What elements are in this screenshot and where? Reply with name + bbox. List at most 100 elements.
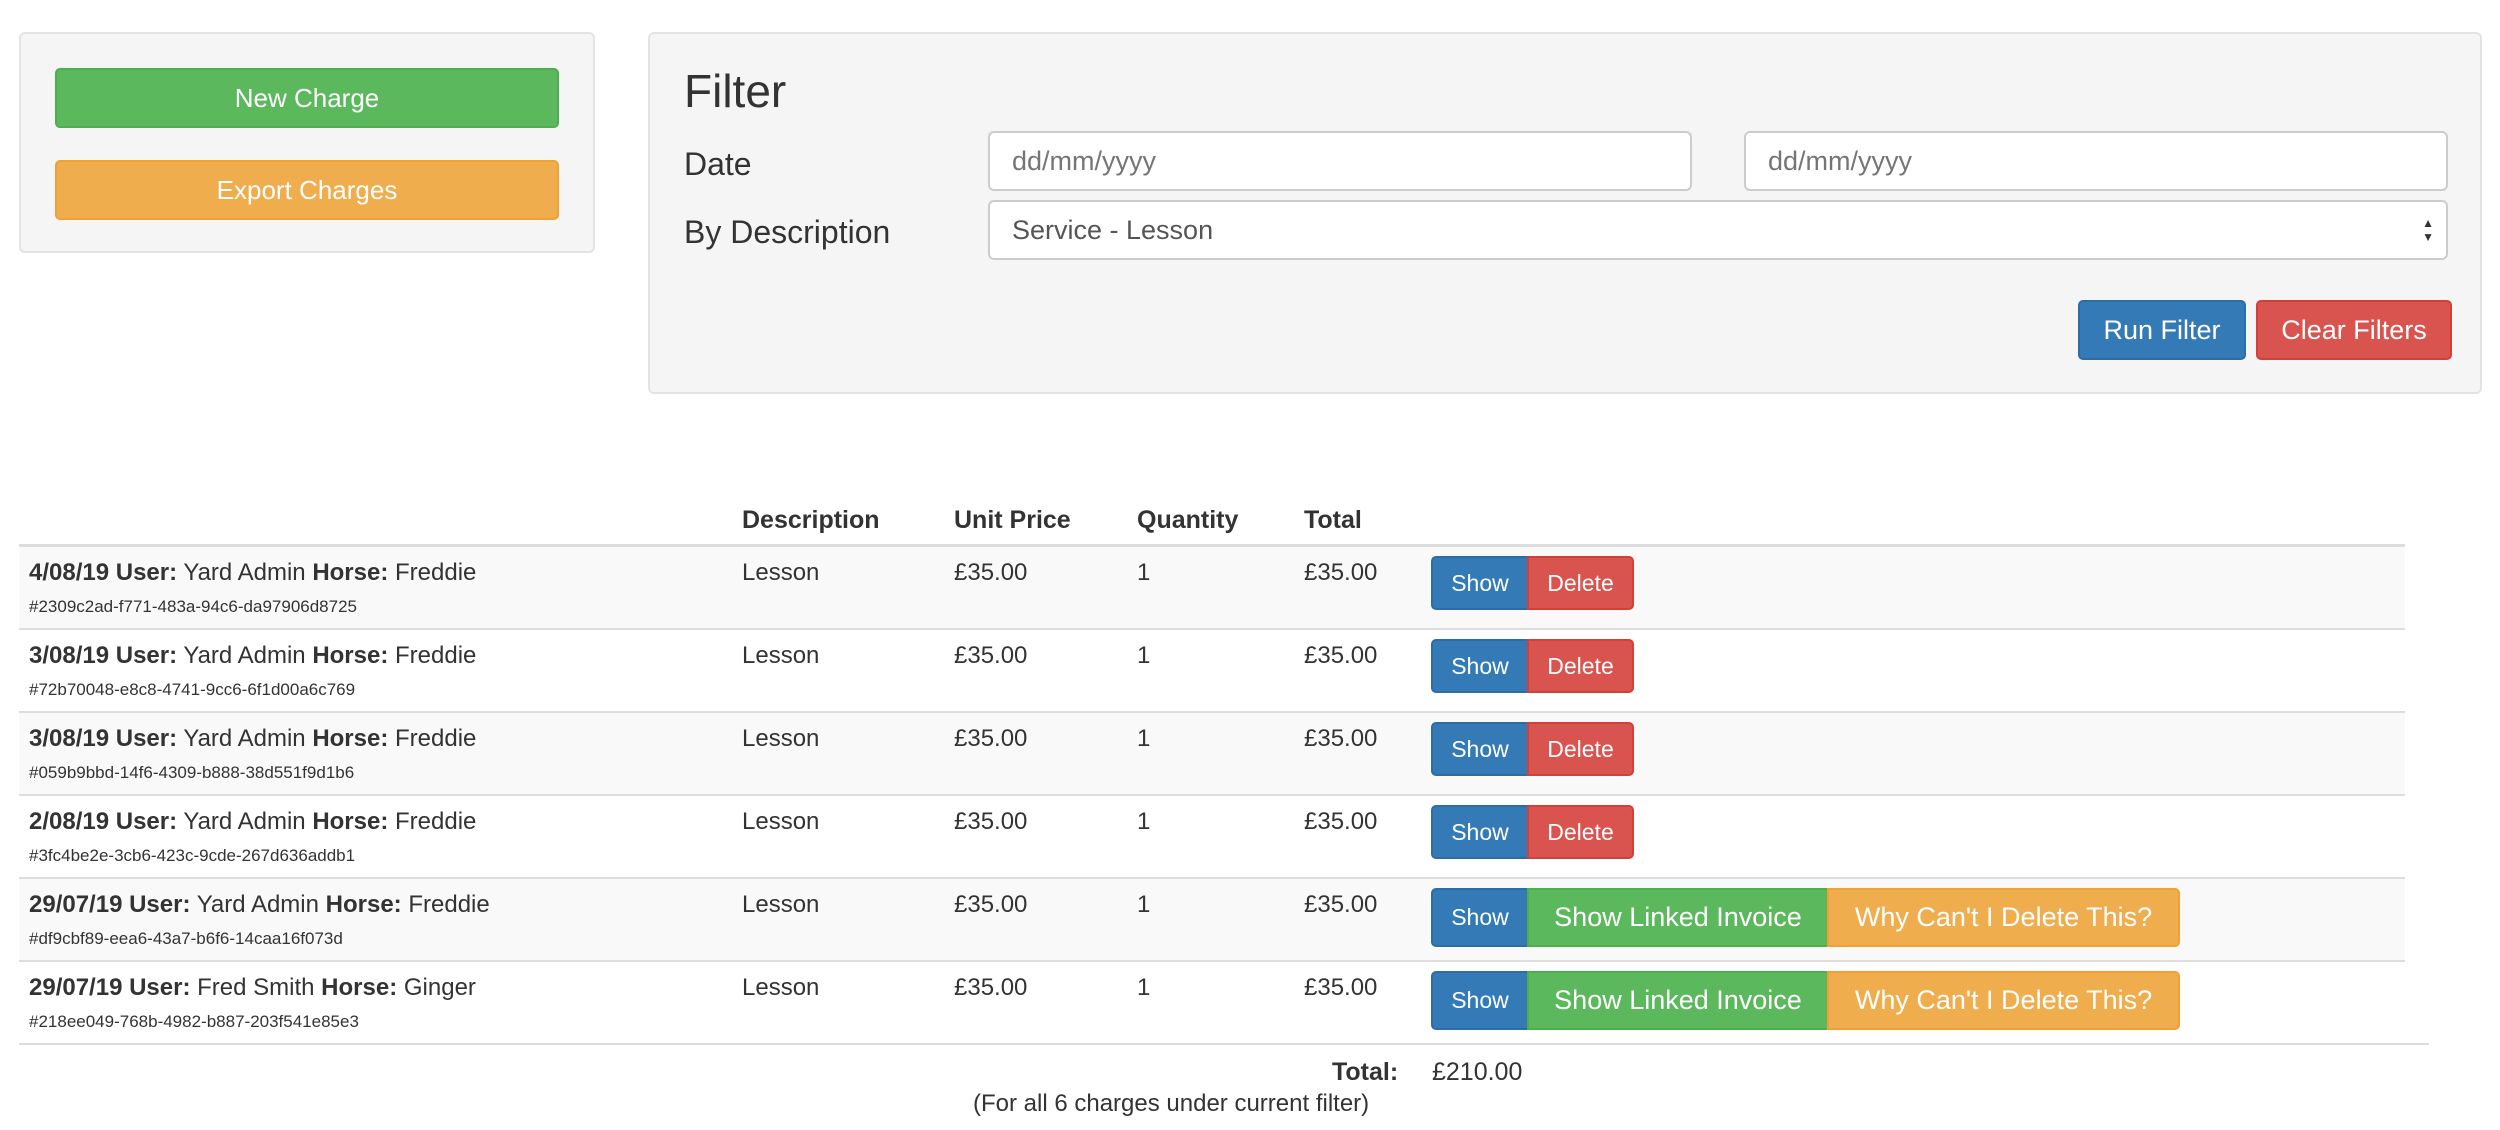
date-from-input[interactable] xyxy=(988,131,1692,191)
row-total: £35.00 xyxy=(1304,642,1378,669)
show-button[interactable]: Show xyxy=(1431,722,1529,776)
filter-panel: Filter Date By Description Service - Les… xyxy=(648,32,2482,394)
total-value: £210.00 xyxy=(1432,1058,1523,1086)
row-quantity: 1 xyxy=(1137,725,1151,752)
table-footer-divider xyxy=(19,1043,2429,1045)
row-user: Yard Admin xyxy=(183,808,306,835)
row-date: 3/08/19 xyxy=(29,725,110,752)
row-date: 29/07/19 xyxy=(29,891,123,918)
select-arrows-icon: ▲ ▼ xyxy=(2422,216,2434,244)
table-row: 29/07/19 User: Fred Smith Horse: Ginger #… xyxy=(19,962,2405,1045)
row-id: #df9cbf89-eea6-43a7-b6f6-14caa16f073d xyxy=(29,929,343,948)
row-summary: 3/08/19 User: Yard Admin Horse: Freddie xyxy=(29,642,476,670)
show-button[interactable]: Show xyxy=(1431,888,1529,947)
date-to-input[interactable] xyxy=(1744,131,2448,191)
description-select-value: Service - Lesson xyxy=(1012,214,1214,245)
row-user: Fred Smith xyxy=(197,974,315,1001)
total-note: (For all 6 charges under current filter) xyxy=(973,1090,1370,1117)
filter-title: Filter xyxy=(684,65,787,117)
row-unit-price: £35.00 xyxy=(954,725,1028,752)
show-linked-invoice-button[interactable]: Show Linked Invoice xyxy=(1527,971,1829,1030)
horse-label: Horse: xyxy=(312,725,389,752)
row-summary: 2/08/19 User: Yard Admin Horse: Freddie xyxy=(29,808,476,836)
row-date: 3/08/19 xyxy=(29,642,110,669)
show-button[interactable]: Show xyxy=(1431,805,1529,859)
show-button[interactable]: Show xyxy=(1431,639,1529,693)
horse-label: Horse: xyxy=(312,808,389,835)
row-unit-price: £35.00 xyxy=(954,891,1028,918)
export-charges-button[interactable]: Export Charges xyxy=(55,160,559,220)
row-horse: Freddie xyxy=(408,891,490,918)
column-header-quantity: Quantity xyxy=(1137,506,1239,534)
row-id: #2309c2ad-f771-483a-94c6-da97906d8725 xyxy=(29,597,358,616)
user-label: User: xyxy=(115,642,178,669)
user-label: User: xyxy=(129,974,191,1001)
why-cant-delete-button[interactable]: Why Can't I Delete This? xyxy=(1827,971,2180,1030)
total-label: Total: xyxy=(1332,1058,1399,1086)
row-description: Lesson xyxy=(742,725,820,752)
delete-button[interactable]: Delete xyxy=(1527,722,1634,776)
row-unit-price: £35.00 xyxy=(954,642,1028,669)
row-id: #059b9bbd-14f6-4309-b888-38d551f9d1b6 xyxy=(29,763,355,782)
run-filter-button[interactable]: Run Filter xyxy=(2078,300,2246,360)
row-quantity: 1 xyxy=(1137,974,1151,1001)
date-label: Date xyxy=(684,146,752,182)
table-row: 29/07/19 User: Yard Admin Horse: Freddie… xyxy=(19,879,2405,962)
user-label: User: xyxy=(115,559,178,586)
description-select[interactable]: Service - Lesson ▲ ▼ xyxy=(988,200,2448,260)
row-quantity: 1 xyxy=(1137,642,1151,669)
row-quantity: 1 xyxy=(1137,808,1151,835)
delete-button[interactable]: Delete xyxy=(1527,805,1634,859)
table-row: 3/08/19 User: Yard Admin Horse: Freddie #… xyxy=(19,630,2405,713)
show-linked-invoice-button[interactable]: Show Linked Invoice xyxy=(1527,888,1829,947)
row-horse: Freddie xyxy=(395,559,477,586)
user-label: User: xyxy=(115,725,178,752)
clear-filters-button[interactable]: Clear Filters xyxy=(2256,300,2452,360)
row-horse: Freddie xyxy=(395,808,477,835)
row-unit-price: £35.00 xyxy=(954,808,1028,835)
row-total: £35.00 xyxy=(1304,808,1378,835)
row-summary: 4/08/19 User: Yard Admin Horse: Freddie xyxy=(29,559,476,587)
table-row: 2/08/19 User: Yard Admin Horse: Freddie #… xyxy=(19,796,2405,879)
row-quantity: 1 xyxy=(1137,891,1151,918)
row-total: £35.00 xyxy=(1304,974,1378,1001)
row-horse: Freddie xyxy=(395,725,477,752)
row-total: £35.00 xyxy=(1304,725,1378,752)
horse-label: Horse: xyxy=(325,891,402,918)
row-date: 29/07/19 xyxy=(29,974,123,1001)
row-user: Yard Admin xyxy=(183,642,306,669)
column-header-total: Total xyxy=(1304,506,1362,534)
row-summary: 29/07/19 User: Yard Admin Horse: Freddie xyxy=(29,891,490,919)
user-label: User: xyxy=(115,808,178,835)
row-description: Lesson xyxy=(742,891,820,918)
row-date: 2/08/19 xyxy=(29,808,110,835)
new-charge-button[interactable]: New Charge xyxy=(55,68,559,128)
row-summary: 3/08/19 User: Yard Admin Horse: Freddie xyxy=(29,725,476,753)
row-user: Yard Admin xyxy=(183,559,306,586)
delete-button[interactable]: Delete xyxy=(1527,556,1634,610)
column-header-unit-price: Unit Price xyxy=(954,506,1071,534)
row-user: Yard Admin xyxy=(183,725,306,752)
row-horse: Freddie xyxy=(395,642,477,669)
show-button[interactable]: Show xyxy=(1431,556,1529,610)
row-horse: Ginger xyxy=(403,974,476,1001)
row-summary: 29/07/19 User: Fred Smith Horse: Ginger xyxy=(29,974,476,1002)
table-row: 3/08/19 User: Yard Admin Horse: Freddie #… xyxy=(19,713,2405,796)
row-unit-price: £35.00 xyxy=(954,559,1028,586)
horse-label: Horse: xyxy=(321,974,398,1001)
row-id: #218ee049-768b-4982-b887-203f541e85e3 xyxy=(29,1012,359,1031)
row-id: #72b70048-e8c8-4741-9cc6-6f1d00a6c769 xyxy=(29,680,356,699)
row-description: Lesson xyxy=(742,642,820,669)
row-unit-price: £35.00 xyxy=(954,974,1028,1001)
column-header-description: Description xyxy=(742,506,880,534)
show-button[interactable]: Show xyxy=(1431,971,1529,1030)
delete-button[interactable]: Delete xyxy=(1527,639,1634,693)
row-description: Lesson xyxy=(742,974,820,1001)
horse-label: Horse: xyxy=(312,559,389,586)
why-cant-delete-button[interactable]: Why Can't I Delete This? xyxy=(1827,888,2180,947)
row-user: Yard Admin xyxy=(196,891,319,918)
row-quantity: 1 xyxy=(1137,559,1151,586)
row-total: £35.00 xyxy=(1304,891,1378,918)
row-date: 4/08/19 xyxy=(29,559,110,586)
row-description: Lesson xyxy=(742,559,820,586)
